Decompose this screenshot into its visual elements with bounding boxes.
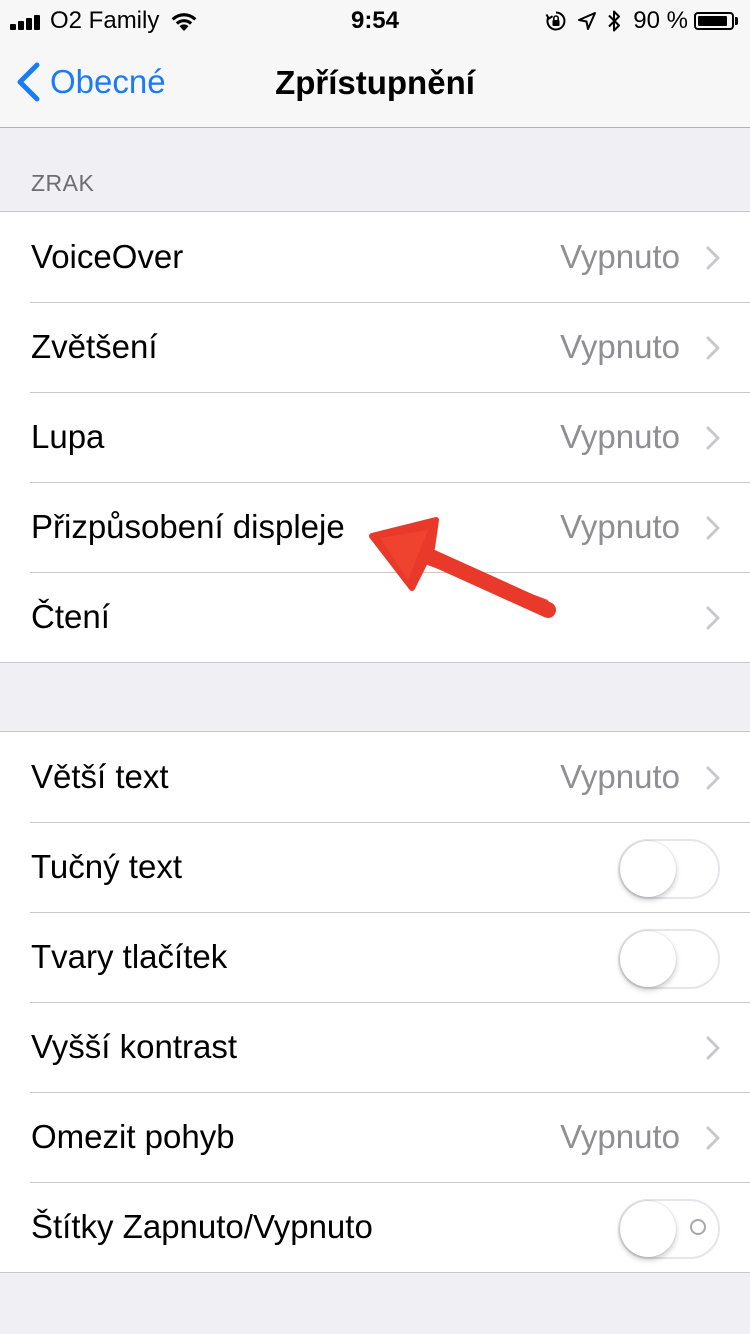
status-right: 90 %	[535, 7, 738, 34]
bold-text-toggle[interactable]	[618, 839, 720, 899]
battery-level-fill	[698, 16, 727, 26]
status-bar: O2 Family 9:54 90 %	[0, 0, 750, 40]
rotation-lock-icon	[545, 10, 567, 32]
row-reduce-motion[interactable]: Omezit pohyb Vypnuto	[0, 1092, 750, 1182]
row-increase-contrast[interactable]: Vyšší kontrast	[0, 1002, 750, 1092]
row-label: Lupa	[31, 418, 105, 455]
chevron-right-icon	[706, 606, 720, 630]
row-label: Přizpůsobení displeje	[31, 508, 345, 545]
button-shapes-toggle[interactable]	[618, 929, 720, 989]
row-value: Vypnuto	[560, 758, 680, 795]
battery-percent: 90 %	[633, 7, 688, 34]
row-value: Vypnuto	[560, 418, 680, 455]
row-zoom[interactable]: Zvětšení Vypnuto	[0, 302, 750, 392]
toggle-knob	[620, 931, 676, 987]
row-speech[interactable]: Čtení	[0, 572, 750, 662]
chevron-right-icon	[706, 246, 720, 270]
on-off-labels-toggle[interactable]	[618, 1199, 720, 1259]
chevron-right-icon	[706, 426, 720, 450]
battery-icon	[694, 12, 734, 30]
section-header-vision: ZRAK	[31, 170, 95, 196]
page-title: Zpřístupnění	[275, 64, 475, 101]
toggle-knob	[620, 841, 676, 897]
location-icon	[577, 11, 597, 31]
row-button-shapes: Tvary tlačítek	[0, 912, 750, 1002]
row-display-accommodations[interactable]: Přizpůsobení displeje Vypnuto	[0, 482, 750, 572]
row-magnifier[interactable]: Lupa Vypnuto	[0, 392, 750, 482]
chevron-right-icon	[706, 336, 720, 360]
row-value: Vypnuto	[560, 328, 680, 365]
row-value: Vypnuto	[560, 1118, 680, 1155]
row-value: Vypnuto	[560, 508, 680, 545]
navigation-bar: Obecné Zpřístupnění	[0, 40, 750, 128]
row-label: Tučný text	[31, 848, 182, 885]
toggle-off-marker-icon	[690, 1219, 706, 1235]
battery-cap	[735, 17, 738, 25]
row-voiceover[interactable]: VoiceOver Vypnuto	[0, 212, 750, 302]
row-label: Omezit pohyb	[31, 1118, 235, 1155]
row-label: Čtení	[31, 598, 110, 635]
row-label: Tvary tlačítek	[31, 938, 228, 975]
row-label: Štítky Zapnuto/Vypnuto	[31, 1208, 373, 1245]
chevron-right-icon	[706, 1036, 720, 1060]
row-larger-text[interactable]: Větší text Vypnuto	[0, 732, 750, 822]
row-label: Zvětšení	[31, 328, 158, 365]
chevron-right-icon	[706, 1126, 720, 1150]
text-group: Větší text Vypnuto Tučný text Tvary tlač…	[0, 731, 750, 1273]
row-label: Větší text	[31, 758, 169, 795]
row-label: VoiceOver	[31, 238, 184, 275]
bluetooth-icon	[607, 9, 621, 33]
row-on-off-labels: Štítky Zapnuto/Vypnuto	[0, 1182, 750, 1272]
chevron-right-icon	[706, 766, 720, 790]
row-label: Vyšší kontrast	[31, 1028, 238, 1065]
row-bold-text: Tučný text	[0, 822, 750, 912]
chevron-right-icon	[706, 516, 720, 540]
vision-group: VoiceOver Vypnuto Zvětšení Vypnuto Lupa …	[0, 211, 750, 663]
toggle-knob	[620, 1201, 676, 1257]
row-value: Vypnuto	[560, 238, 680, 275]
